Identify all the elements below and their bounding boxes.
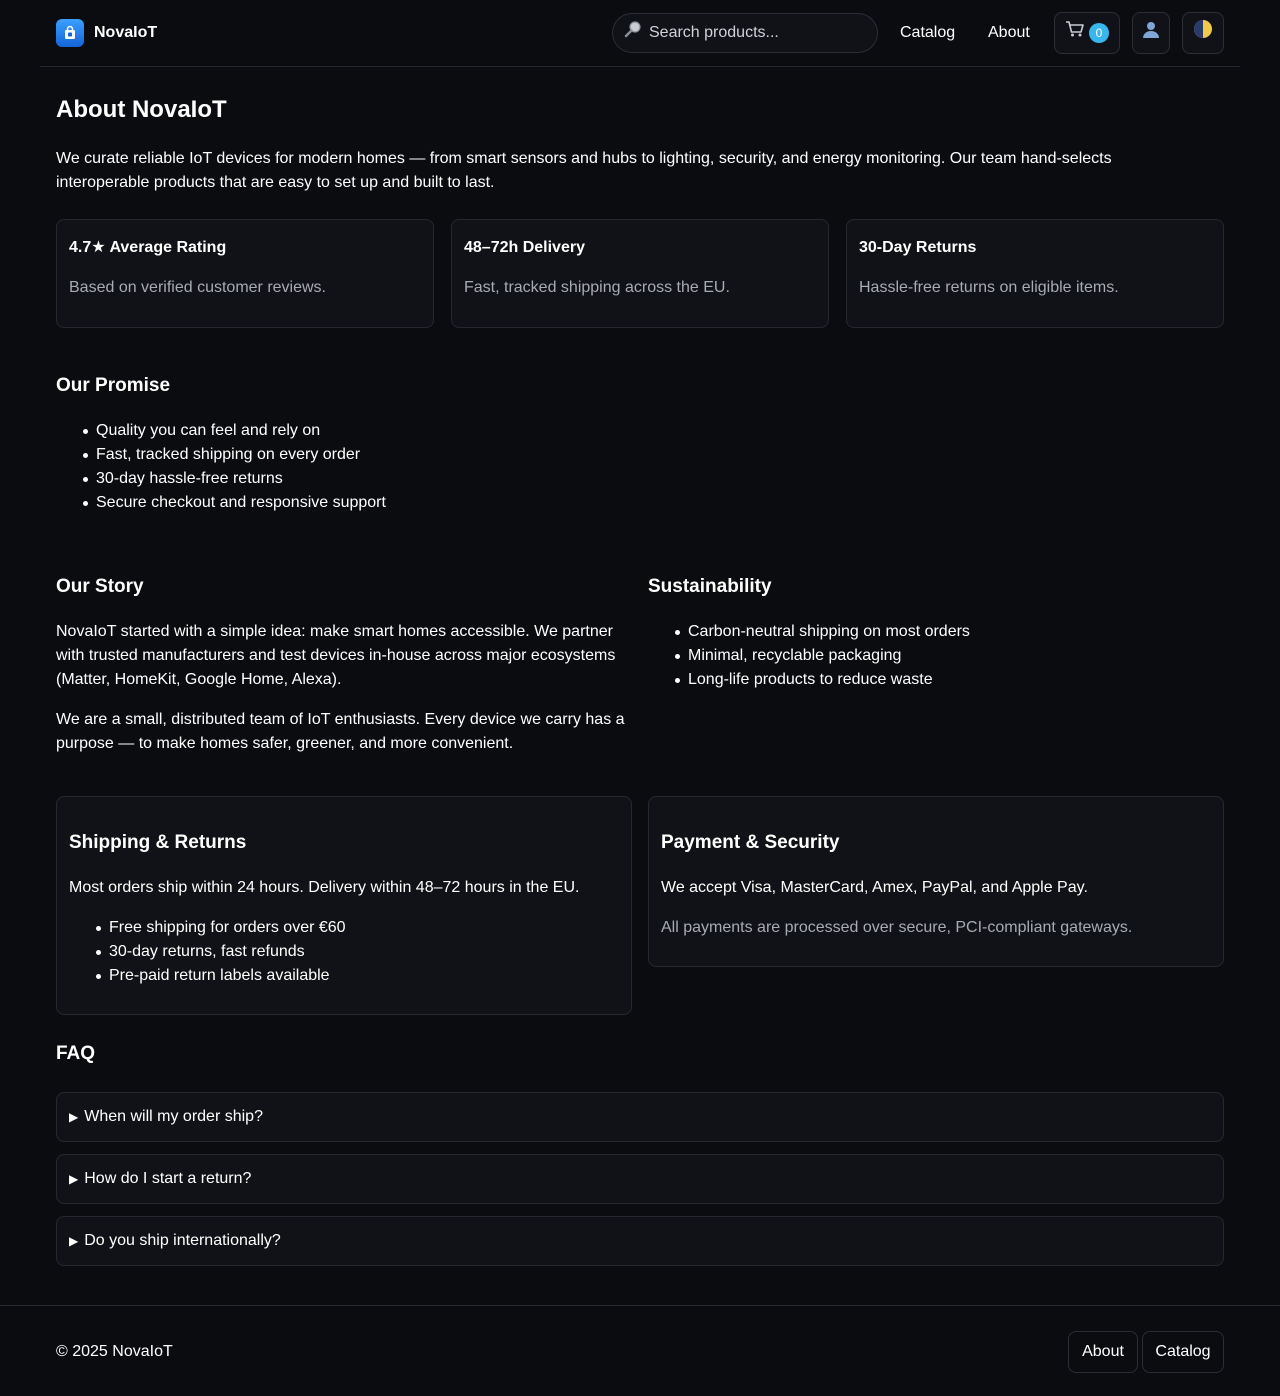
story-paragraph-1: NovaIoT started with a simple idea: make…	[56, 623, 616, 688]
search-input[interactable]	[649, 24, 859, 42]
cart-icon	[1065, 20, 1085, 46]
payment-text: We accept Visa, MasterCard, Amex, PayPal…	[661, 879, 1088, 896]
brand-logo[interactable]: NovaIoT	[56, 19, 157, 47]
nav-about-link[interactable]: About	[988, 21, 1030, 45]
stat-description: Hassle-free returns on eligible items.	[859, 279, 1119, 296]
footer-about-link[interactable]: About	[1068, 1331, 1138, 1373]
shipping-text: Most orders ship within 24 hours. Delive…	[69, 879, 580, 896]
cart-button[interactable]: 0	[1054, 12, 1120, 54]
footer-catalog-link[interactable]: Catalog	[1142, 1331, 1224, 1373]
faq-item[interactable]: ▶ Do you ship internationally?	[56, 1216, 1224, 1266]
expand-triangle-icon: ▶	[69, 1172, 79, 1186]
faq-question: When will my order ship?	[84, 1108, 263, 1125]
theme-toggle-icon	[1193, 19, 1213, 47]
list-item: Pre-paid return labels available	[69, 964, 346, 988]
search-icon	[623, 19, 643, 47]
search-bar[interactable]	[612, 13, 878, 53]
list-item: Long-life products to reduce waste	[648, 668, 970, 692]
faq-item[interactable]: ▶ How do I start a return?	[56, 1154, 1224, 1204]
payment-security-card: Payment & Security We accept Visa, Maste…	[648, 796, 1224, 967]
stat-title: 48–72h Delivery	[464, 239, 585, 256]
promise-heading: Our Promise	[56, 375, 171, 396]
shipping-list: Free shipping for orders over €60 30-day…	[69, 916, 346, 988]
nav-catalog-link[interactable]: Catalog	[900, 21, 955, 45]
stat-card-rating: 4.7★ Average Rating Based on verified cu…	[56, 219, 434, 328]
faq-question: Do you ship internationally?	[84, 1232, 281, 1249]
site-header: NovaIoT Catalog About 0	[40, 0, 1240, 67]
list-item: Quality you can feel and rely on	[56, 419, 386, 443]
promise-list: Quality you can feel and rely on Fast, t…	[56, 419, 386, 515]
payment-note: All payments are processed over secure, …	[661, 919, 1133, 936]
shopping-bag-icon	[56, 19, 84, 47]
sustainability-heading: Sustainability	[648, 576, 772, 597]
list-item: Free shipping for orders over €60	[69, 916, 346, 940]
brand-name: NovaIoT	[94, 24, 158, 41]
stat-title: 4.7★ Average Rating	[69, 239, 227, 256]
copyright-text: © 2025 NovaIoT	[56, 1343, 173, 1360]
faq-item[interactable]: ▶ When will my order ship?	[56, 1092, 1224, 1142]
list-item: 30-day hassle-free returns	[56, 467, 386, 491]
user-icon	[1141, 19, 1161, 47]
intro-text: We curate reliable IoT devices for moder…	[56, 150, 1112, 191]
stat-card-returns: 30-Day Returns Hassle-free returns on el…	[846, 219, 1224, 328]
faq-question: How do I start a return?	[84, 1170, 252, 1187]
expand-triangle-icon: ▶	[69, 1234, 79, 1248]
expand-triangle-icon: ▶	[69, 1110, 79, 1124]
site-footer: © 2025 NovaIoT About Catalog	[0, 1305, 1280, 1396]
theme-toggle-button[interactable]	[1182, 12, 1224, 54]
shipping-heading: Shipping & Returns	[69, 832, 247, 853]
list-item: Carbon-neutral shipping on most orders	[648, 620, 970, 644]
list-item: Minimal, recyclable packaging	[648, 644, 970, 668]
stat-description: Based on verified customer reviews.	[69, 279, 326, 296]
story-heading: Our Story	[56, 576, 144, 597]
shipping-returns-card: Shipping & Returns Most orders ship with…	[56, 796, 632, 1015]
list-item: 30-day returns, fast refunds	[69, 940, 346, 964]
list-item: Secure checkout and responsive support	[56, 491, 386, 515]
story-paragraph-2: We are a small, distributed team of IoT …	[56, 711, 625, 752]
stat-description: Fast, tracked shipping across the EU.	[464, 279, 730, 296]
cart-count-badge: 0	[1089, 23, 1109, 43]
faq-heading: FAQ	[56, 1043, 96, 1064]
list-item: Fast, tracked shipping on every order	[56, 443, 386, 467]
sustainability-list: Carbon-neutral shipping on most orders M…	[648, 620, 970, 692]
stat-card-delivery: 48–72h Delivery Fast, tracked shipping a…	[451, 219, 829, 328]
account-button[interactable]	[1132, 12, 1170, 54]
page-title: About NovaIoT	[56, 96, 227, 123]
payment-heading: Payment & Security	[661, 832, 840, 853]
stat-title: 30-Day Returns	[859, 239, 977, 256]
